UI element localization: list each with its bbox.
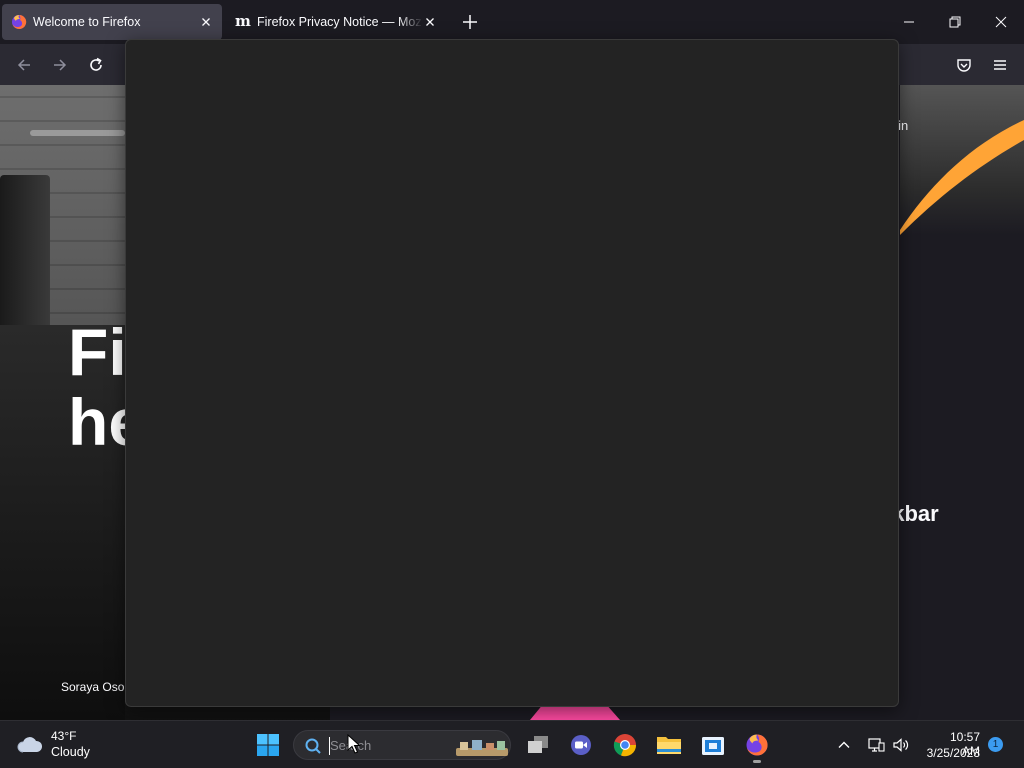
volume-icon [893, 738, 909, 752]
weather-temperature[interactable]: 43°F [51, 729, 76, 743]
hamburger-menu-icon [994, 60, 1006, 70]
store-button[interactable] [700, 732, 726, 758]
notification-badge[interactable]: 1 [988, 737, 1003, 752]
photo-credit: Soraya Osor [61, 680, 129, 694]
network-button[interactable] [866, 735, 886, 755]
mozilla-m-icon: m [235, 12, 251, 30]
task-view-button[interactable] [525, 732, 551, 758]
task-view-icon [528, 736, 548, 753]
windows-start-icon[interactable] [256, 733, 280, 757]
cloud-icon[interactable] [16, 733, 44, 755]
tab-welcome-to-firefox[interactable]: Welcome to Firefox [2, 4, 222, 40]
volume-button[interactable] [891, 735, 911, 755]
network-icon [868, 738, 885, 752]
reload-icon [90, 57, 102, 71]
chrome-icon [613, 734, 637, 757]
pocket-icon [957, 59, 971, 72]
chrome-button[interactable] [612, 732, 638, 758]
close-window-button[interactable] [978, 0, 1024, 44]
chevron-up-icon [838, 741, 850, 748]
running-app-indicator [753, 760, 761, 763]
forward-button[interactable] [47, 52, 73, 78]
orange-accent-shape [900, 120, 1024, 235]
firefox-icon [12, 14, 27, 29]
tab-bar: Welcome to Firefox m Firefox Privacy Not… [0, 0, 1024, 44]
close-icon [995, 16, 1007, 28]
blank-overlay-panel [125, 39, 899, 707]
application-menu-button[interactable] [987, 52, 1013, 78]
clock-date[interactable]: 3/25/2023 [920, 746, 980, 760]
pocket-button[interactable] [951, 52, 977, 78]
restore-icon [949, 16, 961, 28]
minimize-icon [904, 21, 914, 23]
show-hidden-icons-button[interactable] [834, 735, 854, 755]
mouse-cursor-icon [347, 734, 361, 754]
tab-title: Firefox Privacy Notice — Mozilla [257, 15, 423, 29]
reload-button[interactable] [83, 52, 109, 78]
taskbar-search-box[interactable]: Search [293, 730, 511, 760]
tab-title: Welcome to Firefox [33, 15, 141, 29]
close-tab-icon[interactable] [422, 14, 438, 30]
firefox-icon [746, 734, 768, 756]
minimize-button[interactable] [886, 0, 932, 44]
plus-icon[interactable] [460, 12, 480, 32]
back-arrow-icon [17, 59, 30, 71]
photo-pipe [30, 130, 125, 136]
close-tab-icon[interactable] [198, 14, 214, 30]
search-icon [305, 738, 321, 754]
store-icon [702, 737, 724, 755]
teams-chat-button[interactable] [568, 732, 594, 758]
file-explorer-icon [657, 737, 681, 754]
forward-arrow-icon [54, 59, 67, 71]
search-highlight-illustration [456, 740, 508, 756]
restore-button[interactable] [932, 0, 978, 44]
teams-chat-icon [571, 735, 591, 755]
file-explorer-button[interactable] [656, 732, 682, 758]
back-button[interactable] [11, 52, 37, 78]
windows-taskbar: 43°F Cloudy Search [0, 720, 1024, 768]
tab-firefox-privacy-notice[interactable]: m Firefox Privacy Notice — Mozilla [226, 4, 446, 40]
firefox-taskbar-button[interactable] [744, 732, 770, 758]
weather-condition[interactable]: Cloudy [51, 745, 90, 759]
